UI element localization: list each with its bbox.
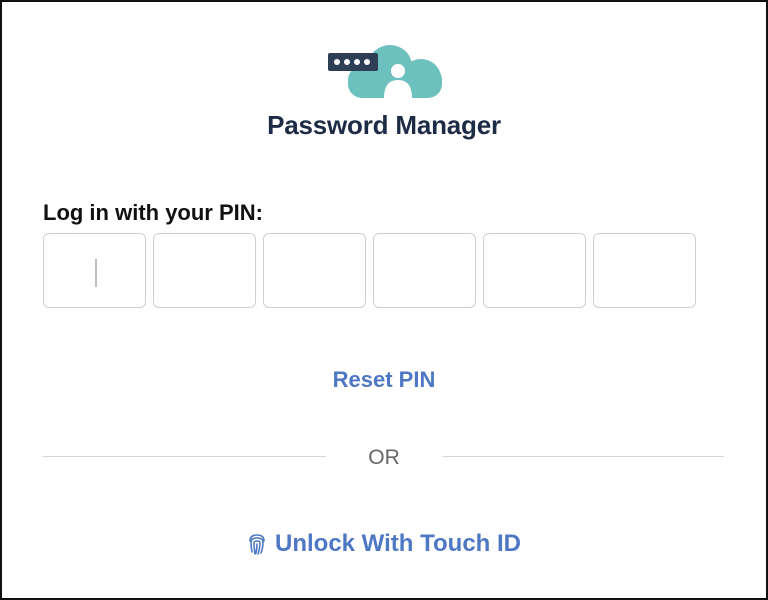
pin-digit-6[interactable]: [593, 233, 696, 308]
login-window: Password Manager Log in with your PIN: R…: [0, 0, 768, 600]
touchid-label: Unlock With Touch ID: [275, 530, 521, 557]
pin-digit-4[interactable]: [373, 233, 476, 308]
pin-digit-2[interactable]: [153, 233, 256, 308]
pin-label: Log in with your PIN:: [43, 200, 263, 225]
fingerprint-icon: [249, 534, 265, 555]
divider-right: [443, 456, 724, 457]
pin-digit-1[interactable]: [43, 233, 146, 308]
or-separator: OR: [368, 446, 400, 469]
reset-pin-link[interactable]: Reset PIN: [2, 367, 766, 393]
app-title: Password Manager: [267, 110, 501, 140]
pin-input-row: [43, 233, 696, 308]
cloud-password-icon: [328, 45, 442, 98]
unlock-touchid-button[interactable]: Unlock With Touch ID: [2, 530, 766, 558]
pin-digit-5[interactable]: [483, 233, 586, 308]
text-caret: [95, 259, 97, 287]
pin-digit-3[interactable]: [263, 233, 366, 308]
